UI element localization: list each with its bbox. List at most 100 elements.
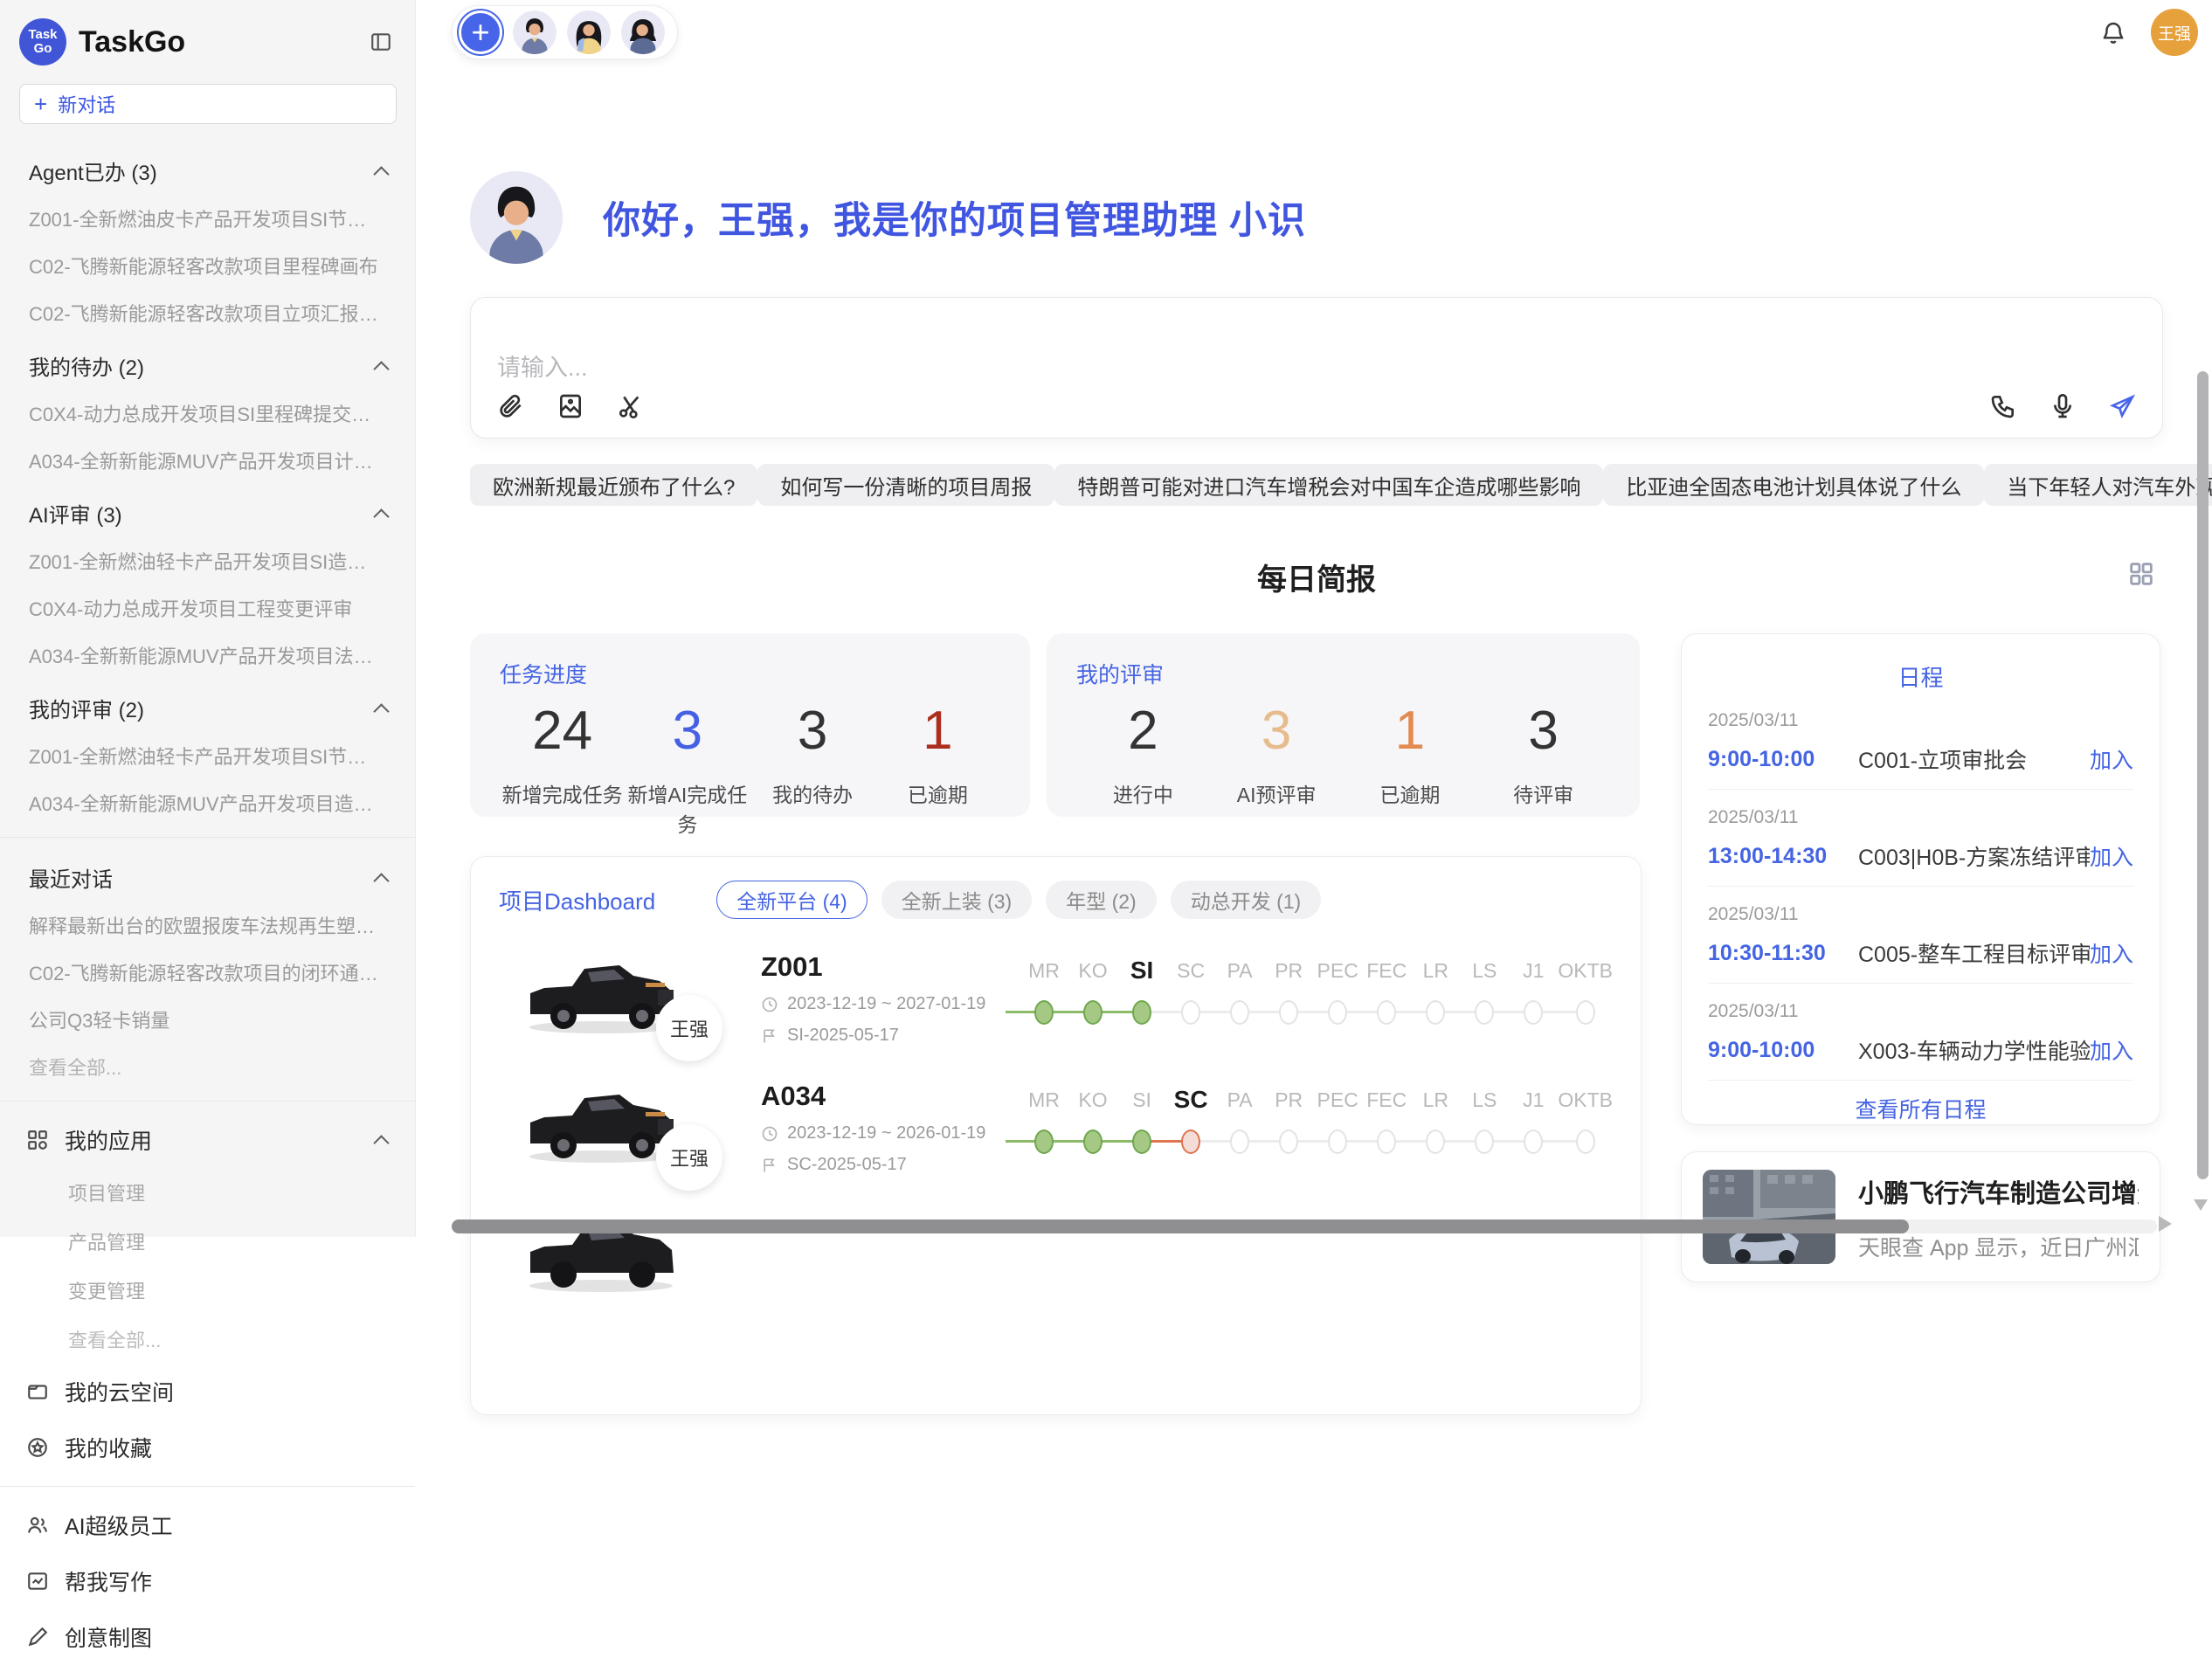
news-card[interactable]: 小鹏飞行汽车制造公司增资 天眼查 App 显示，近日广州汇天飞行汽... [1681,1151,2160,1282]
suggestion-chip[interactable]: 当下年轻人对汽车外观有怎样的喜好趋势 [1984,464,2212,506]
section-header-my-todo[interactable]: 我的待办 (2) [0,336,415,390]
list-item[interactable]: 公司Q3轻卡销量 [0,996,415,1043]
microphone-icon[interactable] [2049,392,2077,420]
avatar[interactable] [567,10,611,54]
project-flag: SC-2025-05-17 [787,1155,907,1175]
milestone-node[interactable] [1230,1000,1249,1025]
list-item[interactable]: 解释最新出台的欧盟报废车法规再生塑料比例被调至15%... [0,902,415,949]
tab-all-new-platform[interactable]: 全新平台 (4) [716,881,868,919]
image-icon[interactable] [556,392,584,420]
scissors-icon[interactable] [616,392,644,420]
milestone-node[interactable] [1083,1000,1103,1025]
list-item[interactable]: A034-全新新能源MUV产品开发项目造型可行性评审 [0,779,415,826]
sidebar-item-change-mgmt[interactable]: 变更管理 [0,1266,415,1315]
sidebar-item-help-write[interactable]: 帮我写作 [0,1553,415,1609]
list-item[interactable]: A034-全新新能源MUV产品开发项目计划变更表编写 [0,437,415,484]
new-chat-button[interactable]: + 新对话 [19,84,397,124]
user-avatar[interactable]: 王强 [2151,9,2198,56]
sidebar-item-label: 帮我写作 [65,1565,152,1597]
stat-label: 待评审 [1476,778,1610,808]
collapse-sidebar-icon[interactable] [370,31,392,53]
section-header-ai-review[interactable]: AI评审 (3) [0,484,415,537]
sidebar-item-ai-super-staff[interactable]: AI超级员工 [0,1497,415,1553]
sidebar-item-creative-draw[interactable]: 创意制图 [0,1609,415,1665]
milestone-node[interactable] [1377,1000,1396,1025]
message-composer[interactable]: 请输入... [470,297,2163,439]
scroll-down-arrow-icon[interactable] [2194,1199,2208,1211]
milestone-node[interactable] [1083,1130,1103,1154]
list-item[interactable]: C02-飞腾新能源轻客改款项目立项汇报方案 [0,289,415,336]
milestone-node[interactable] [1524,1130,1543,1154]
view-all-chats[interactable]: 查看全部... [0,1043,415,1090]
horizontal-scrollbar-track[interactable] [452,1219,2157,1233]
milestone-node[interactable] [1328,1130,1347,1154]
tab-new-body[interactable]: 全新上装 (3) [881,881,1033,919]
scroll-right-arrow-icon[interactable] [2159,1216,2172,1232]
join-button[interactable]: 加入 [2090,743,2133,775]
send-icon[interactable] [2108,392,2136,420]
schedule-row: 2025/03/11 9:00-10:00 C001-立项审批会 加入 [1708,693,2133,790]
tab-powertrain-dev[interactable]: 动总开发 (1) [1171,881,1322,919]
milestone-node[interactable] [1181,1130,1200,1154]
sidebar-item-cloud-space[interactable]: 我的云空间 [0,1364,415,1420]
list-item[interactable]: Z001-全新燃油轻卡产品开发项目SI节点属性5D文件评审 [0,732,415,779]
add-member-button[interactable]: + [459,10,502,54]
join-button[interactable]: 加入 [2090,840,2133,872]
suggestion-chip[interactable]: 如何写一份清晰的项目周报 [757,464,1054,506]
view-all-apps[interactable]: 查看全部... [0,1315,415,1364]
section-header-my-review[interactable]: 我的评审 (2) [0,679,415,732]
section-header-recent-chats[interactable]: 最近对话 [0,848,415,902]
milestone-node[interactable] [1279,1130,1298,1154]
vertical-scrollbar-thumb[interactable] [2197,371,2209,1179]
news-image [1703,1170,1835,1264]
join-button[interactable]: 加入 [2090,1034,2133,1066]
avatar[interactable] [621,10,665,54]
list-item[interactable]: A034-全新新能源MUV产品开发项目法规符合性评审 [0,632,415,679]
list-item[interactable]: Z001-全新燃油轻卡产品开发项目SI造型提交物评审 [0,537,415,584]
sidebar-item-favorites[interactable]: 我的收藏 [0,1420,415,1475]
milestone-node[interactable] [1475,1130,1494,1154]
milestone-node[interactable] [1426,1000,1445,1025]
milestone-node[interactable] [1034,1000,1054,1025]
milestone-node[interactable] [1475,1000,1494,1025]
milestone-node[interactable] [1132,1000,1151,1025]
milestone-node[interactable] [1524,1000,1543,1025]
sidebar-item-product-mgmt[interactable]: 产品管理 [0,1217,415,1266]
milestone-node[interactable] [1576,1130,1595,1154]
suggestion-chip[interactable]: 欧洲新规最近颁布了什么? [470,464,757,506]
attachment-icon[interactable] [497,392,525,420]
section-header-agent-done[interactable]: Agent已办 (3) [0,142,415,195]
milestone-node[interactable] [1132,1130,1151,1154]
layout-grid-icon[interactable] [2126,559,2156,589]
join-button[interactable]: 加入 [2090,937,2133,969]
milestone-node[interactable] [1576,1000,1595,1025]
view-all-schedule-link[interactable]: 查看所有日程 [1708,1081,2133,1124]
tab-year-model[interactable]: 年型 (2) [1046,881,1157,919]
sidebar-item-my-apps[interactable]: 我的应用 [0,1112,415,1168]
phone-icon[interactable] [1989,392,2017,420]
milestone-node[interactable] [1230,1130,1249,1154]
stat: 3 新增AI完成任务 [625,701,750,838]
project-row[interactable] [499,1199,1613,1308]
avatar[interactable] [513,10,556,54]
suggestion-chip[interactable]: 特朗普可能对进口汽车增税会对中国车企造成哪些影响 [1054,464,1603,506]
milestone-node[interactable] [1426,1130,1445,1154]
schedule-row: 2025/03/11 9:00-10:00 X003-车辆动力学性能验... 加… [1708,984,2133,1081]
list-item[interactable]: C0X4-动力总成开发项目工程变更评审 [0,584,415,632]
horizontal-scrollbar-thumb[interactable] [452,1219,1909,1233]
list-item[interactable]: C02-飞腾新能源轻客改款项目的闭环通告反馈情况 [0,949,415,996]
suggestion-chip[interactable]: 比亚迪全固态电池计划具体说了什么 [1603,464,1984,506]
milestone-node[interactable] [1181,1000,1200,1025]
sidebar-item-project-mgmt[interactable]: 项目管理 [0,1168,415,1217]
schedule-time: 9:00-10:00 [1708,1038,1858,1063]
list-item[interactable]: C02-飞腾新能源轻客改款项目里程碑画布 [0,242,415,289]
milestone-node[interactable] [1279,1000,1298,1025]
milestone-node[interactable] [1328,1000,1347,1025]
project-row[interactable]: 王强 Z001 2023-12-19 ~ 2027-01-19 SI-2025-… [499,941,1613,1049]
list-item[interactable]: C0X4-动力总成开发项目SI里程碑提交物检查 [0,390,415,437]
project-row[interactable]: 王强 A034 2023-12-19 ~ 2026-01-19 SC-2025-… [499,1070,1613,1178]
bell-icon[interactable] [2100,19,2126,45]
milestone-node[interactable] [1034,1130,1054,1154]
list-item[interactable]: Z001-全新燃油皮卡产品开发项目SI节点Lesson Learn报告 [0,195,415,242]
milestone-node[interactable] [1377,1130,1396,1154]
